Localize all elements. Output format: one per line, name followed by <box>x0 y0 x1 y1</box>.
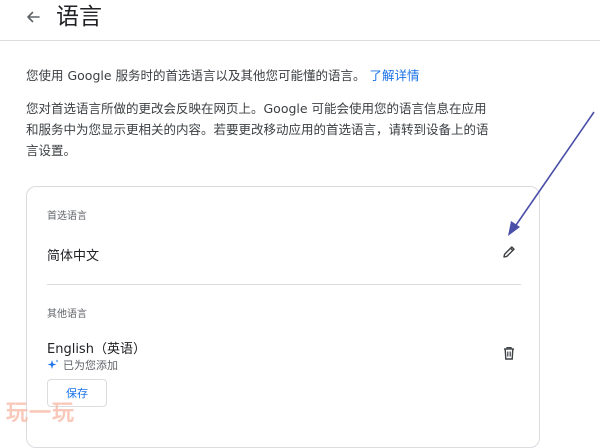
annotation-arrow <box>508 111 595 236</box>
watermark-logo: 玩一玩 <box>6 401 76 426</box>
